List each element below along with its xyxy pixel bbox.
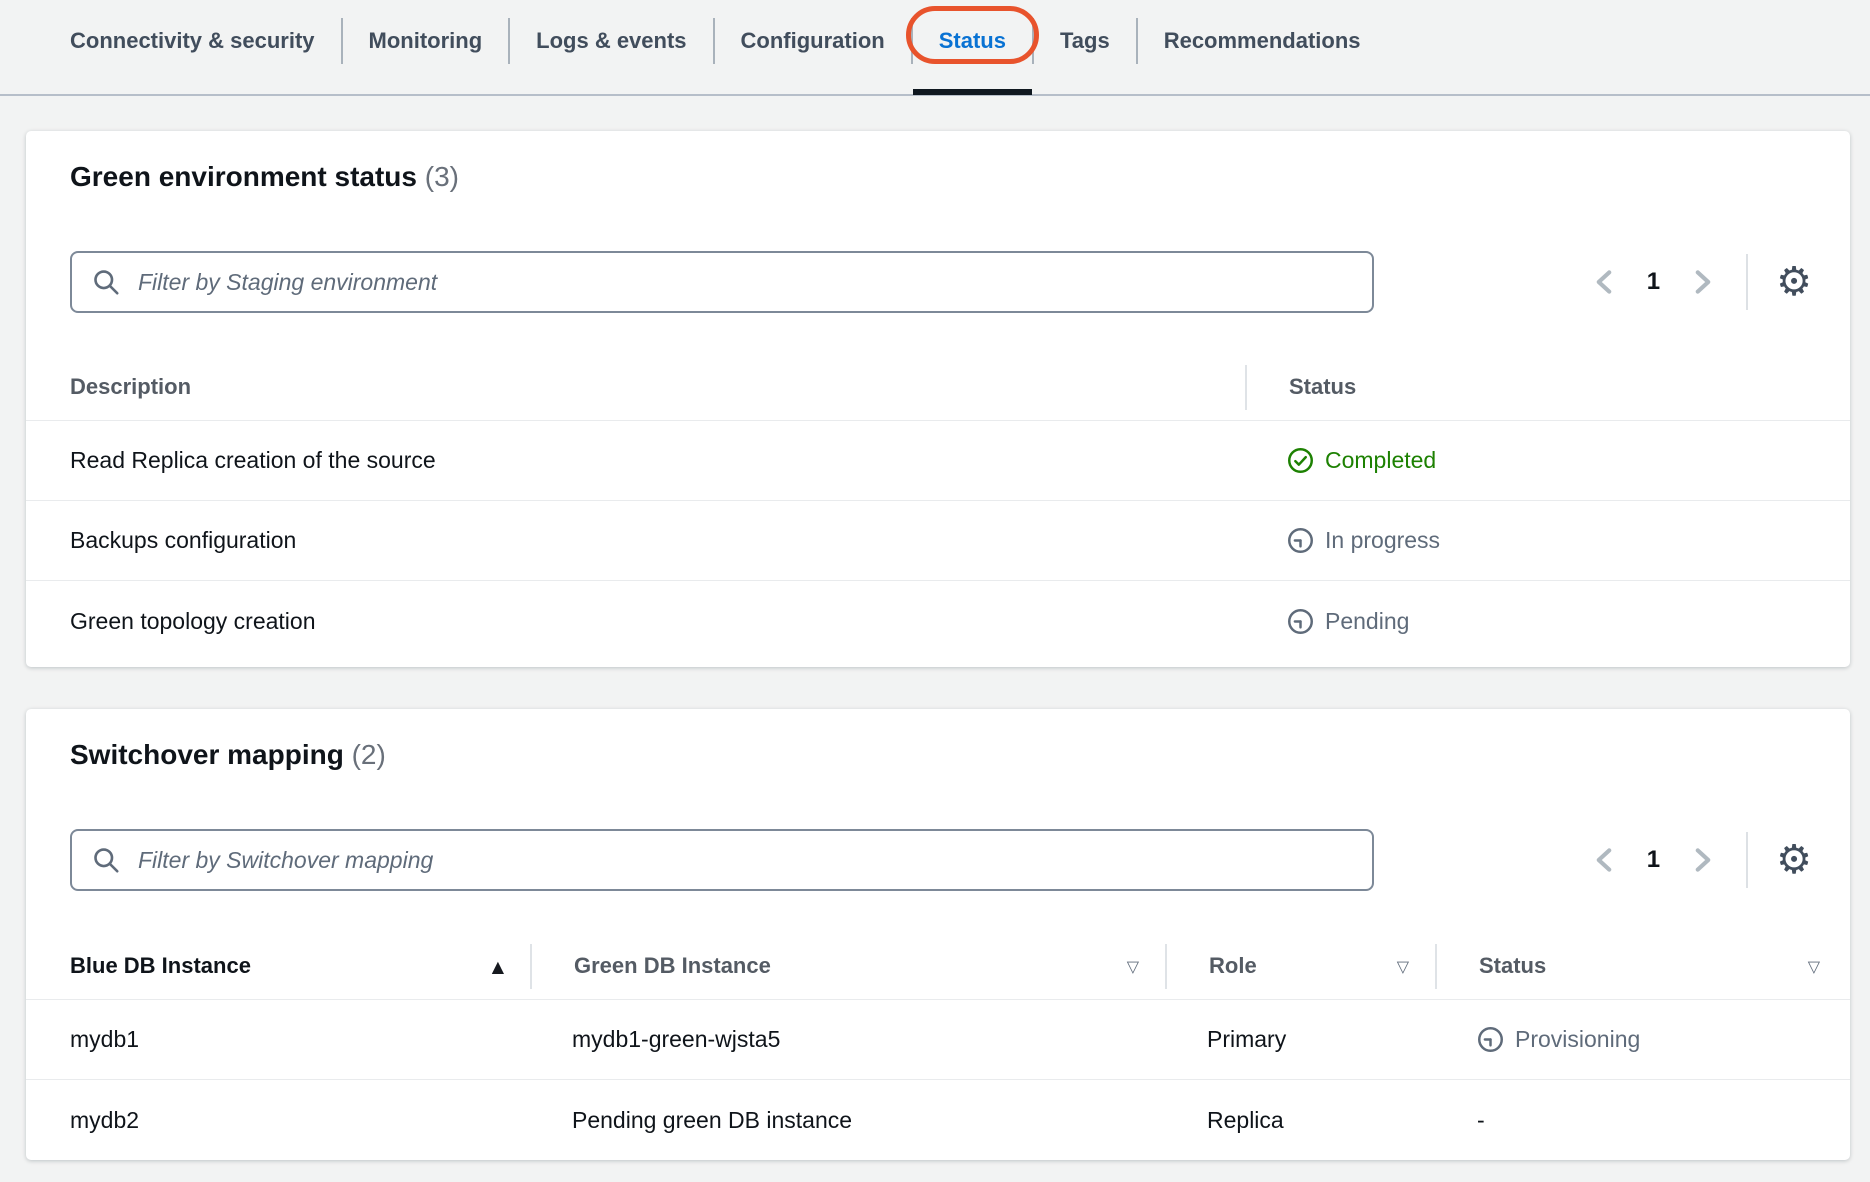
- table-header-row: Blue DB Instance ▲ Green DB Instance ▽ R…: [26, 933, 1850, 1000]
- filter-field-wrap: [70, 251, 1374, 313]
- next-page-button[interactable]: [1690, 267, 1716, 297]
- tab-tags[interactable]: Tags: [1034, 13, 1136, 69]
- column-header-role[interactable]: Role ▽: [1165, 933, 1435, 999]
- previous-page-button[interactable]: [1591, 845, 1617, 875]
- pagination: 1 ⚙: [1591, 832, 1808, 888]
- table-row: Green topology creation Pending: [26, 581, 1850, 661]
- tab-label: Logs & events: [536, 28, 686, 54]
- column-header-green-db-instance[interactable]: Green DB Instance ▽: [530, 933, 1165, 999]
- switchover-mapping-card: Switchover mapping (2) 1 ⚙ Blue DB Ins: [26, 709, 1850, 1160]
- green-environment-status-card: Green environment status (3) 1 ⚙ Descr: [26, 131, 1850, 667]
- card-counter: (2): [352, 739, 386, 770]
- status-cell: -: [1435, 1107, 1850, 1134]
- switchover-mapping-table: Blue DB Instance ▲ Green DB Instance ▽ R…: [26, 933, 1850, 1160]
- clock-pending-icon: [1287, 608, 1314, 635]
- filter-field-wrap: [70, 829, 1374, 891]
- description-cell: Green topology creation: [26, 608, 1245, 635]
- card-title-text: Green environment status: [70, 161, 417, 192]
- status-cell: Completed: [1245, 447, 1850, 474]
- chevron-left-icon: [1593, 268, 1615, 296]
- tab-label: Connectivity & security: [70, 28, 315, 54]
- tab-label: Configuration: [741, 28, 885, 54]
- next-page-button[interactable]: [1690, 845, 1716, 875]
- table-header-row: Description Status: [26, 354, 1850, 421]
- switchover-mapping-filter-input[interactable]: [70, 829, 1374, 891]
- current-page-number: 1: [1647, 846, 1660, 874]
- current-page-number: 1: [1647, 268, 1660, 296]
- status-text: Completed: [1325, 447, 1436, 474]
- settings-gear-icon[interactable]: ⚙: [1776, 840, 1812, 880]
- description-cell: Read Replica creation of the source: [26, 447, 1245, 474]
- search-icon: [91, 845, 121, 875]
- tab-status[interactable]: Status: [913, 13, 1032, 69]
- green-db-instance-cell: Pending green DB instance: [530, 1107, 1165, 1134]
- tab-monitoring[interactable]: Monitoring: [343, 13, 509, 69]
- tab-label: Status: [939, 28, 1006, 54]
- column-header-blue-db-instance[interactable]: Blue DB Instance ▲: [26, 933, 530, 999]
- table-row: mydb2 Pending green DB instance Replica …: [26, 1080, 1850, 1160]
- status-cell: Pending: [1245, 608, 1850, 635]
- clock-pending-icon: [1477, 1026, 1504, 1053]
- role-cell: Replica: [1165, 1107, 1435, 1134]
- card-controls: 1 ⚙: [70, 829, 1808, 891]
- status-cell: In progress: [1245, 527, 1850, 554]
- chevron-left-icon: [1593, 846, 1615, 874]
- sort-icon: ▽: [1808, 957, 1820, 976]
- tab-recommendations[interactable]: Recommendations: [1138, 13, 1387, 69]
- tab-label: Monitoring: [369, 28, 483, 54]
- staging-environment-filter-input[interactable]: [70, 251, 1374, 313]
- chevron-right-icon: [1692, 846, 1714, 874]
- column-header-description: Description: [26, 354, 1245, 420]
- table-row: Read Replica creation of the source Comp…: [26, 421, 1850, 501]
- sort-icon: ▽: [1127, 957, 1139, 976]
- pagination: 1 ⚙: [1591, 254, 1808, 310]
- status-empty-dash: -: [1477, 1107, 1485, 1134]
- card-title: Switchover mapping (2): [70, 735, 1808, 775]
- settings-gear-icon[interactable]: ⚙: [1776, 262, 1812, 302]
- status-text: In progress: [1325, 527, 1440, 554]
- card-title-text: Switchover mapping: [70, 739, 344, 770]
- tab-logs-events[interactable]: Logs & events: [510, 13, 712, 69]
- card-title: Green environment status (3): [70, 157, 1808, 197]
- sort-ascending-icon: ▲: [492, 957, 504, 976]
- chevron-right-icon: [1692, 268, 1714, 296]
- blue-db-instance-cell: mydb1: [26, 1026, 530, 1053]
- pager-divider: [1746, 832, 1748, 888]
- status-text: Pending: [1325, 608, 1409, 635]
- green-db-instance-cell: mydb1-green-wjsta5: [530, 1026, 1165, 1053]
- role-cell: Primary: [1165, 1026, 1435, 1053]
- green-environment-status-table: Description Status Read Replica creation…: [26, 354, 1850, 661]
- search-icon: [91, 267, 121, 297]
- blue-db-instance-cell: mydb2: [26, 1107, 530, 1134]
- tab-configuration[interactable]: Configuration: [715, 13, 911, 69]
- table-row: Backups configuration In progress: [26, 501, 1850, 581]
- table-row: mydb1 mydb1-green-wjsta5 Primary Provisi…: [26, 1000, 1850, 1080]
- previous-page-button[interactable]: [1591, 267, 1617, 297]
- column-header-status: Status: [1245, 354, 1850, 420]
- column-header-status[interactable]: Status ▽: [1435, 933, 1850, 999]
- clock-pending-icon: [1287, 527, 1314, 554]
- card-counter: (3): [425, 161, 459, 192]
- tab-label: Tags: [1060, 28, 1110, 54]
- check-circle-icon: [1287, 447, 1314, 474]
- sort-icon: ▽: [1397, 957, 1409, 976]
- card-controls: 1 ⚙: [70, 251, 1808, 313]
- tab-label: Recommendations: [1164, 28, 1361, 54]
- detail-tabs: Connectivity & security Monitoring Logs …: [0, 0, 1870, 96]
- status-cell: Provisioning: [1435, 1026, 1850, 1053]
- tab-connectivity-security[interactable]: Connectivity & security: [44, 13, 341, 69]
- status-text: Provisioning: [1515, 1026, 1640, 1053]
- pager-divider: [1746, 254, 1748, 310]
- description-cell: Backups configuration: [26, 527, 1245, 554]
